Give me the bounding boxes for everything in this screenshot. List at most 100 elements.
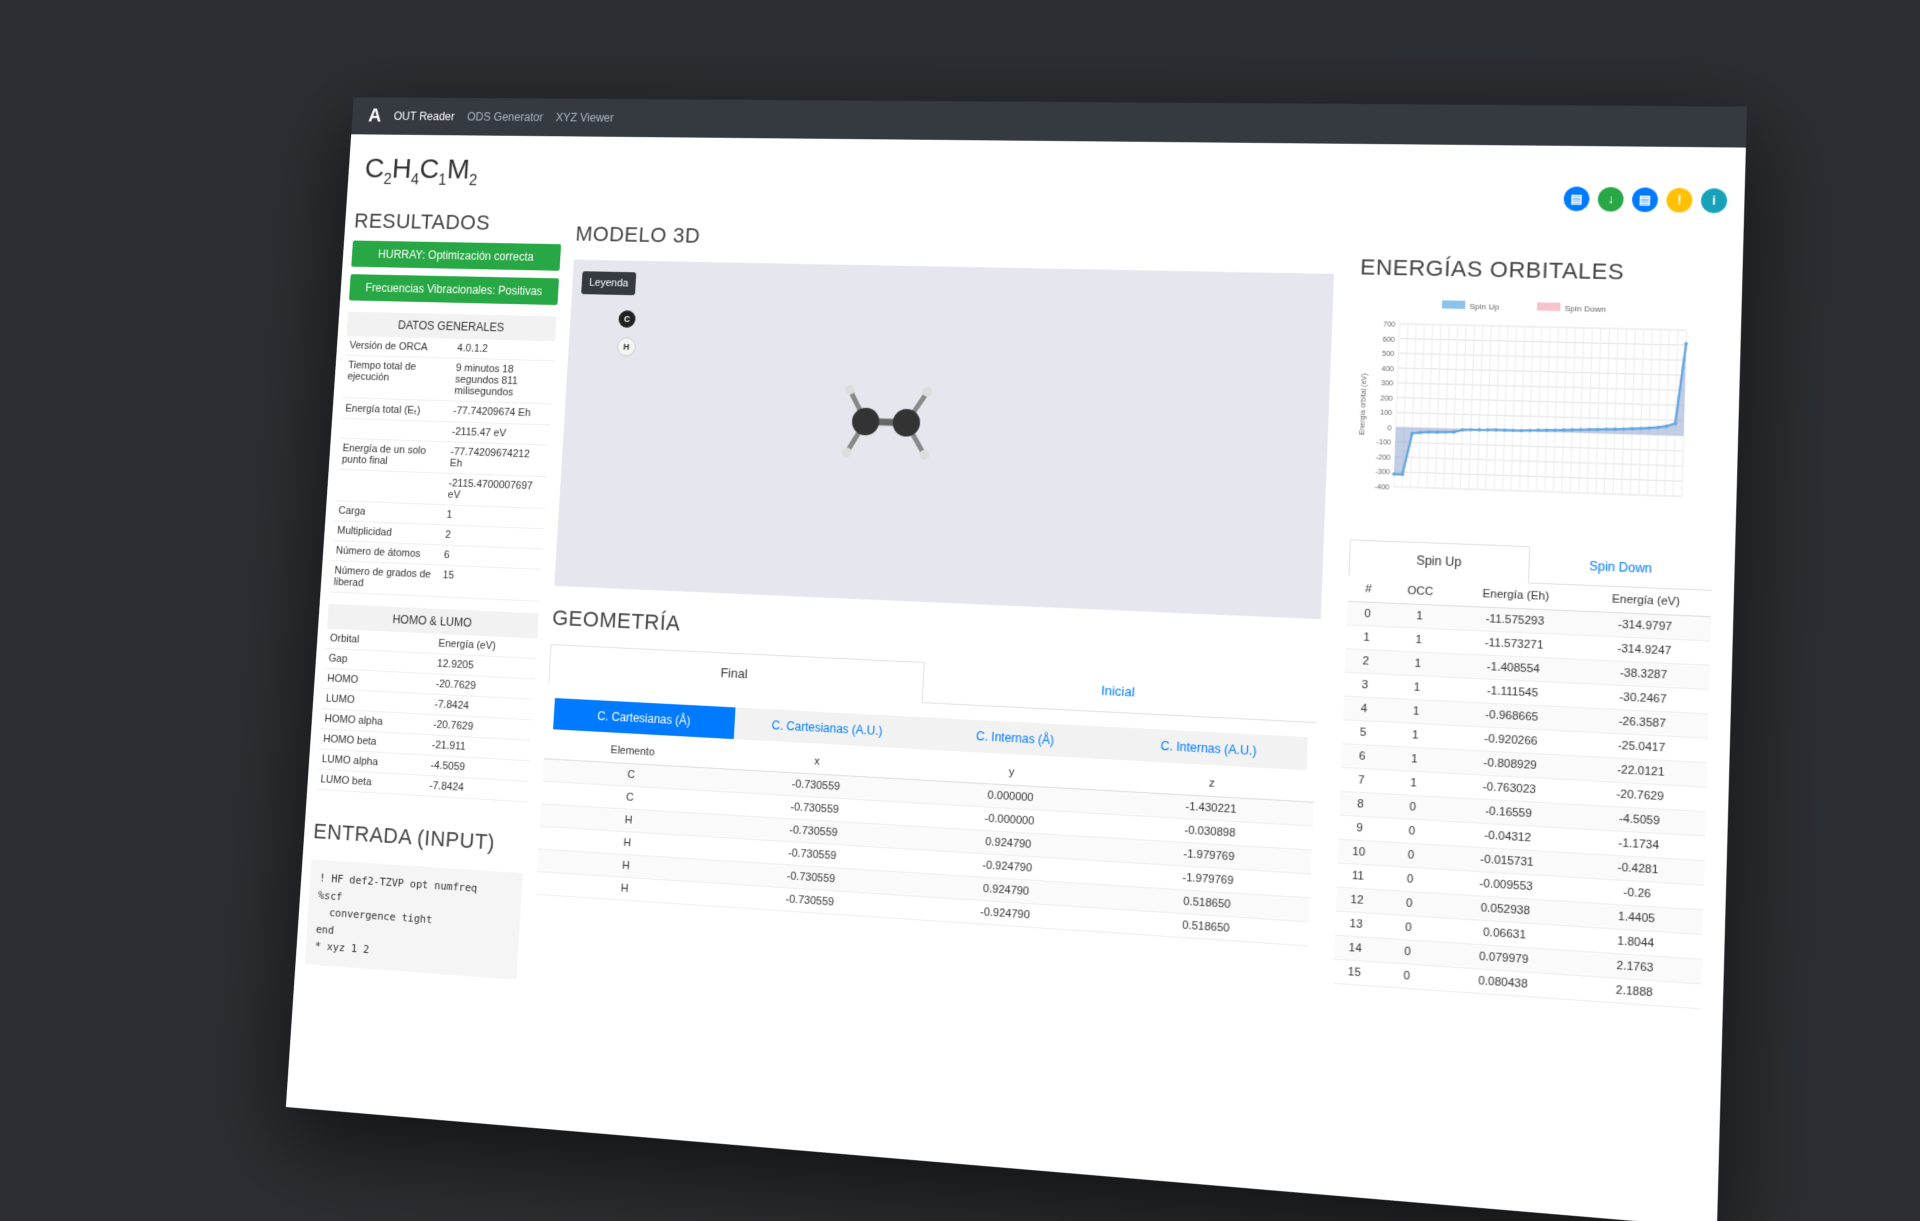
- grid-line: [1477, 326, 1483, 490]
- legend-swatch: [1536, 302, 1561, 311]
- grid-line: [1511, 326, 1516, 490]
- pill-cartesian-au[interactable]: C. Cartesianas (A.U.): [734, 707, 921, 749]
- pill-internal-au[interactable]: C. Internas (A.U.): [1110, 727, 1308, 770]
- grid-line: [1647, 329, 1652, 495]
- legend-swatch: [1441, 300, 1466, 309]
- grid-line: [1579, 328, 1584, 493]
- input-code: ! HF def2-TZVP opt numfreq %scf converge…: [304, 859, 523, 980]
- tab-spin-down[interactable]: Spin Down: [1529, 546, 1713, 590]
- legend-label: Spin Up: [1469, 302, 1500, 312]
- y-tick-label: 600: [1383, 336, 1396, 343]
- carbon-legend-badge: C: [618, 310, 636, 328]
- file-icon[interactable]: ▤: [1631, 187, 1659, 213]
- model-column: MODELO 3D Leyenda C H GEOMETRÍA Final In…: [535, 221, 1336, 947]
- y-tick-label: -200: [1376, 454, 1391, 462]
- molecule-formula: C2H4C1M2: [363, 153, 478, 189]
- app-logo[interactable]: A: [368, 105, 382, 126]
- results-title: RESULTADOS: [353, 208, 491, 235]
- grid-line: [1656, 330, 1661, 496]
- orbital-column-header: OCC: [1388, 577, 1452, 606]
- grid-line: [1494, 326, 1500, 490]
- nav-ods-generator[interactable]: ODS Generator: [467, 110, 544, 124]
- data-point: [1511, 428, 1515, 433]
- grid-line: [1562, 327, 1567, 492]
- grid-line: [1587, 328, 1592, 493]
- grid-line: [1596, 328, 1601, 493]
- grid-line: [1486, 326, 1492, 490]
- molecule-3d-model[interactable]: [826, 381, 947, 473]
- info-icon[interactable]: i: [1700, 188, 1728, 214]
- grid-line: [1622, 329, 1627, 495]
- grid-line: [1502, 326, 1507, 490]
- grid-line: [1665, 330, 1670, 496]
- grid-line: [1613, 329, 1618, 494]
- grid-line: [1452, 325, 1458, 489]
- data-point: [1502, 428, 1507, 432]
- grid-line: [1444, 325, 1450, 488]
- document-icon[interactable]: ▤: [1563, 186, 1590, 212]
- y-tick-label: 500: [1382, 351, 1395, 358]
- orbital-table: # OCC Energía (Eh) Energía (eV) 0 1 -11.575293…: [1333, 576, 1713, 1009]
- grid-line: [1570, 328, 1575, 493]
- hydrogen-legend-badge: H: [616, 337, 637, 357]
- nav-xyz-viewer[interactable]: XYZ Viewer: [555, 111, 614, 125]
- y-tick-label: 700: [1383, 321, 1396, 328]
- y-tick-label: 100: [1380, 410, 1393, 418]
- homo-lumo-table: Orbital Energía (eV) Gap 12.9205 HOMO -20.76…: [316, 628, 538, 803]
- grid-line: [1410, 324, 1416, 487]
- grid-line: [1435, 325, 1441, 488]
- legend-label: Spin Down: [1564, 304, 1606, 314]
- orbital-energies-title: ENERGÍAS ORBITALES: [1359, 254, 1625, 285]
- y-tick-label: 0: [1387, 425, 1391, 432]
- y-tick-label: 400: [1381, 366, 1394, 373]
- general-data-table: Versión de ORCA 4.0.1.2 Tiempo total de ej…: [329, 336, 556, 602]
- grid-line: [1528, 327, 1533, 491]
- y-tick-label: -300: [1375, 469, 1390, 477]
- nav-out-reader[interactable]: OUT Reader: [393, 110, 455, 124]
- model-title: MODELO 3D: [574, 221, 701, 248]
- grid-line: [1419, 324, 1425, 487]
- optimization-alert: HURRAY: Optimización correcta: [351, 240, 562, 271]
- orbital-chart-svg: Spin Up Spin Down 700 600 500 400 300 200 100 0 -1…: [1359, 300, 1709, 529]
- legend-button[interactable]: Leyenda: [581, 271, 637, 296]
- tab-initial[interactable]: Inicial: [923, 662, 1319, 722]
- app-window: A OUT Reader ODS Generator XYZ Viewer C2…: [285, 97, 1747, 1221]
- data-point: [1477, 428, 1481, 432]
- grid-line: [1545, 327, 1550, 492]
- y-tick-label: 200: [1380, 395, 1393, 403]
- orbital-column: ENERGÍAS ORBITALES Spin Up Spin Down 700 60…: [1333, 254, 1721, 1009]
- pill-internal-angstrom[interactable]: C. Internas (Å): [919, 717, 1111, 759]
- navbar: A OUT Reader ODS Generator XYZ Viewer: [351, 97, 1747, 148]
- tab-spin-up[interactable]: Spin Up: [1348, 539, 1531, 584]
- y-tick-label: 300: [1381, 380, 1394, 387]
- grid-line: [1469, 325, 1475, 489]
- y-tick-label: -100: [1376, 439, 1391, 447]
- pill-cartesian-angstrom[interactable]: C. Cartesianas (Å): [553, 698, 736, 740]
- data-point: [1519, 428, 1524, 433]
- grid-line: [1553, 327, 1558, 492]
- molecule-viewer[interactable]: Leyenda C H: [554, 259, 1335, 620]
- grid-line: [1604, 328, 1609, 493]
- y-axis-label: Energía orbital (eV): [1359, 373, 1369, 435]
- grid-line: [1630, 329, 1635, 495]
- grid-line: [1460, 325, 1466, 489]
- y-tick-label: -400: [1375, 484, 1390, 492]
- geometry-table: Elemento x y z C -0.730559 0.000000 -1.430221 C -…: [535, 734, 1315, 947]
- frequencies-alert: Frecuencias Vibracionales: Positivas: [348, 274, 560, 306]
- warning-icon[interactable]: !: [1666, 187, 1693, 213]
- toolbar-icons: ▤ ↓ ▤! i: [1563, 186, 1728, 214]
- orbital-energy-chart: Spin Up Spin Down 700 600 500 400 300 200 100 0 -1…: [1351, 293, 1720, 535]
- download-icon[interactable]: ↓: [1597, 186, 1624, 212]
- grid-line: [1536, 327, 1541, 492]
- grid-line: [1519, 327, 1524, 491]
- grid-line: [1639, 329, 1644, 495]
- grid-line: [1427, 325, 1433, 488]
- results-column: RESULTADOS HURRAY: Optimización correcta…: [304, 208, 564, 980]
- tab-final[interactable]: Final: [548, 644, 925, 704]
- orbital-column-header: #: [1347, 576, 1390, 604]
- general-data-row: Tiempo total de ejecución 9 minutos 18 se…: [342, 355, 555, 404]
- input-title: ENTRADA (INPUT): [312, 818, 496, 855]
- data-point: [1469, 427, 1473, 432]
- data-point: [1485, 428, 1490, 432]
- data-point: [1494, 428, 1498, 432]
